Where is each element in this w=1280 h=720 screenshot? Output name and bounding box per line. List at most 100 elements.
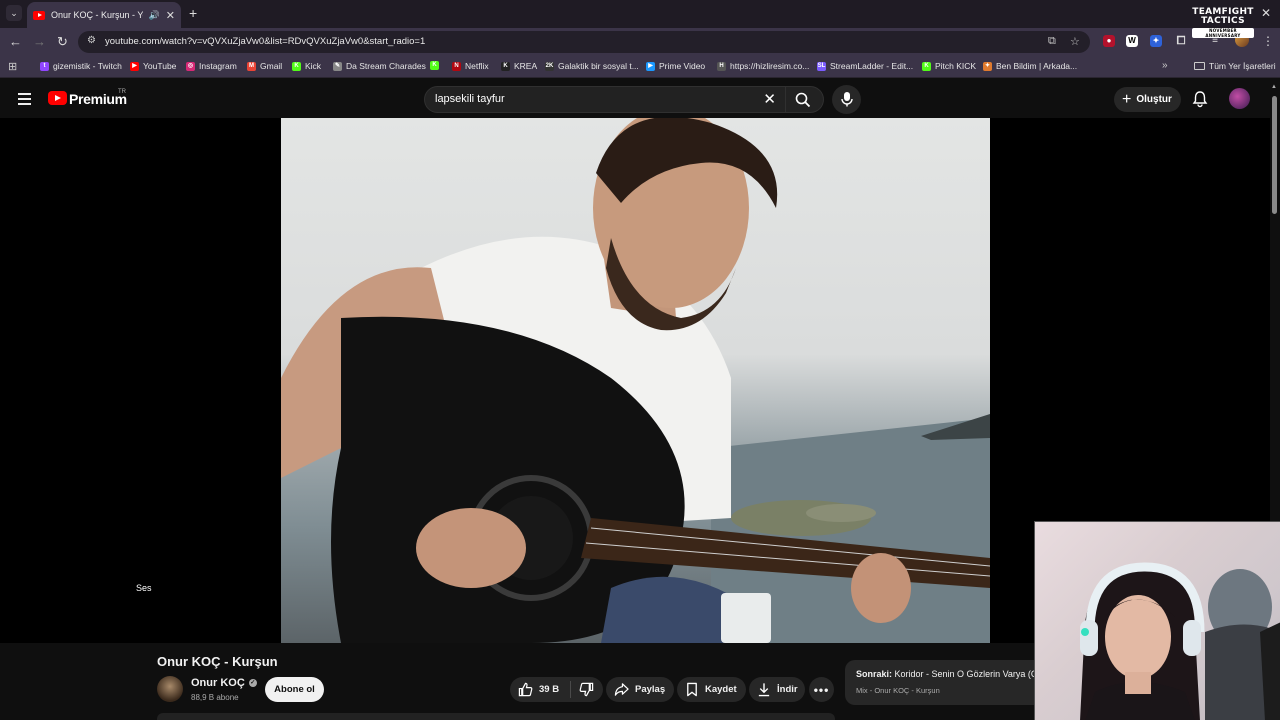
bookmark-item[interactable]: SL StreamLadder - Edit...: [817, 61, 913, 71]
extensions-puzzle-icon[interactable]: ⧠: [1175, 35, 1187, 47]
webcam-streamer-image: [1080, 562, 1280, 720]
bookmark-item[interactable]: N Netflix: [452, 61, 489, 71]
search-query-text[interactable]: lapsekili tayfur: [435, 93, 505, 105]
clear-search-icon[interactable]: ✕: [763, 90, 776, 108]
video-frame[interactable]: [281, 118, 990, 643]
bookmark-item[interactable]: ▶ YouTube: [130, 61, 176, 71]
bookmark-label: Gmail: [260, 61, 283, 71]
reload-icon[interactable]: ↻: [57, 34, 68, 50]
save-label: Kaydet: [705, 684, 737, 695]
tab-close-icon[interactable]: ✕: [166, 9, 175, 22]
scroll-up-arrow-icon[interactable]: ▲: [1271, 84, 1277, 90]
bookmark-label: KREA: [514, 61, 538, 71]
bookmarks-overflow-icon[interactable]: »: [1162, 60, 1168, 71]
bookmark-favicon-icon: N: [452, 61, 461, 71]
bookmark-label: Ben Bildim | Arkada...: [996, 61, 1078, 71]
tab-title: Onur KOÇ - Kurşun - YouTube: [51, 10, 143, 20]
search-input[interactable]: lapsekili tayfur ✕: [424, 86, 786, 113]
youtube-favicon-icon: [33, 10, 45, 20]
bookmark-item[interactable]: K Pitch KICK: [922, 61, 976, 71]
download-label: İndir: [777, 684, 798, 695]
bookmark-label: https://hizliresim.co...: [730, 61, 810, 71]
browser-menu-icon[interactable]: ⋮: [1262, 34, 1274, 48]
create-label: Oluştur: [1136, 94, 1172, 105]
up-next-title-line[interactable]: Sonraki: Koridor - Senin O Gözlerin Vary…: [856, 669, 1038, 679]
create-button[interactable]: + Oluştur: [1114, 87, 1181, 112]
video-title: Onur KOÇ - Kurşun: [157, 654, 278, 669]
download-icon: [758, 683, 770, 697]
share-label: Paylaş: [635, 684, 666, 695]
bookmark-item[interactable]: K KREA: [501, 61, 537, 71]
channel-name[interactable]: Onur KOÇ ✓: [191, 677, 257, 689]
description-box-edge: [157, 713, 835, 720]
tft-logo-sub: NOVEMBER ANNIVERSARY: [1192, 28, 1254, 38]
more-actions-icon[interactable]: •••: [809, 677, 834, 702]
webcam-overlay: [1034, 521, 1280, 720]
cast-icon[interactable]: ⧉: [1048, 35, 1056, 48]
forward-arrow-icon[interactable]: →: [33, 34, 46, 49]
bookmark-label: Instagram: [199, 61, 237, 71]
bookmarks-bar: ⊞ t gizemistik - Twitch ▶ YouTube ◎ Instagram…: [0, 56, 1280, 78]
tab-search-chevron-icon[interactable]: ⌄: [6, 5, 22, 21]
back-arrow-icon[interactable]: ←: [9, 34, 22, 49]
bookmark-favicon-icon: K: [501, 61, 510, 71]
like-button[interactable]: 39 B: [510, 682, 570, 697]
bookmark-label: Kick: [305, 61, 322, 71]
share-button[interactable]: Paylaş: [606, 677, 674, 702]
channel-avatar[interactable]: [157, 676, 183, 702]
channel-name-text[interactable]: Onur KOÇ: [191, 677, 245, 689]
bookmark-icon: [687, 682, 697, 697]
bookmark-item[interactable]: M Gmail: [247, 61, 282, 71]
like-count: 39 B: [539, 684, 560, 695]
bookmark-item[interactable]: K Kick: [292, 61, 321, 71]
apps-grid-icon[interactable]: ⊞: [8, 60, 17, 73]
folder-icon: [1194, 62, 1205, 70]
notifications-bell-icon[interactable]: [1192, 90, 1208, 108]
bookmark-item[interactable]: t gizemistik - Twitch: [40, 61, 122, 71]
bookmark-favicon-icon: M: [247, 61, 256, 71]
search-button[interactable]: [786, 86, 824, 113]
extension-w-icon[interactable]: W: [1126, 35, 1138, 47]
bookmark-star-icon[interactable]: ☆: [1070, 35, 1080, 48]
site-info-icon[interactable]: ⚙: [87, 35, 96, 46]
account-avatar[interactable]: [1229, 88, 1250, 109]
volume-tooltip: Ses: [136, 583, 152, 593]
dislike-button[interactable]: [571, 682, 594, 697]
share-arrow-icon: [614, 683, 629, 696]
bookmark-label: gizemistik - Twitch: [53, 61, 122, 71]
bookmark-item[interactable]: K: [430, 61, 439, 70]
bookmark-favicon-icon: 2K: [545, 61, 554, 71]
guide-menu-icon[interactable]: [18, 93, 31, 108]
bookmark-item[interactable]: Hhttps://hizliresim.co...: [717, 61, 809, 71]
window-close-icon[interactable]: ✕: [1261, 6, 1271, 20]
bookmark-label: YouTube: [143, 61, 177, 71]
youtube-logo-icon[interactable]: [48, 91, 67, 105]
address-bar[interactable]: ⚙ youtube.com/watch?v=vQVXuZjaVw0&list=R…: [78, 31, 1090, 53]
tab-strip: ⌄ Onur KOÇ - Kurşun - YouTube 🔊 ✕ + TEAM…: [0, 0, 1280, 38]
extension-blue-icon[interactable]: ✦: [1150, 35, 1162, 47]
bookmark-favicon-icon: t: [40, 61, 49, 71]
like-dislike-group: 39 B: [510, 677, 603, 702]
bookmark-item[interactable]: ✎ Da Stream Charades: [333, 61, 426, 71]
bookmark-item[interactable]: ✦ Ben Bildim | Arkada...: [983, 61, 1077, 71]
bookmark-favicon-icon: K: [430, 61, 439, 70]
download-button[interactable]: İndir: [749, 677, 805, 702]
speaker-icon[interactable]: 🔊: [149, 10, 160, 21]
up-next-card[interactable]: Sonraki: Koridor - Senin O Gözlerin Vary…: [845, 660, 1045, 705]
all-bookmarks-label: Tüm Yer İşaretleri: [1209, 61, 1276, 71]
save-button[interactable]: Kaydet: [677, 677, 746, 702]
bookmark-favicon-icon: H: [717, 61, 726, 71]
all-bookmarks-button[interactable]: Tüm Yer İşaretleri: [1194, 61, 1276, 71]
extension-red-icon[interactable]: ●: [1103, 35, 1115, 47]
bookmark-item[interactable]: ▶ Prime Video: [646, 61, 705, 71]
voice-search-button[interactable]: [832, 85, 861, 114]
subscribe-button[interactable]: Abone ol: [265, 677, 324, 702]
scrollbar-thumb[interactable]: [1272, 96, 1277, 214]
up-next-title[interactable]: Koridor - Senin O Gözlerin Varya (O: [895, 669, 1038, 679]
new-tab-button[interactable]: +: [189, 5, 197, 21]
url-text[interactable]: youtube.com/watch?v=vQVXuZjaVw0&list=RDv…: [105, 36, 425, 47]
bookmark-item[interactable]: 2K Galaktik bir sosyal t...: [545, 61, 639, 71]
bookmark-item[interactable]: ◎ Instagram: [186, 61, 237, 71]
tab-youtube[interactable]: Onur KOÇ - Kurşun - YouTube 🔊 ✕: [27, 2, 181, 28]
thumbs-up-icon: [518, 682, 533, 697]
